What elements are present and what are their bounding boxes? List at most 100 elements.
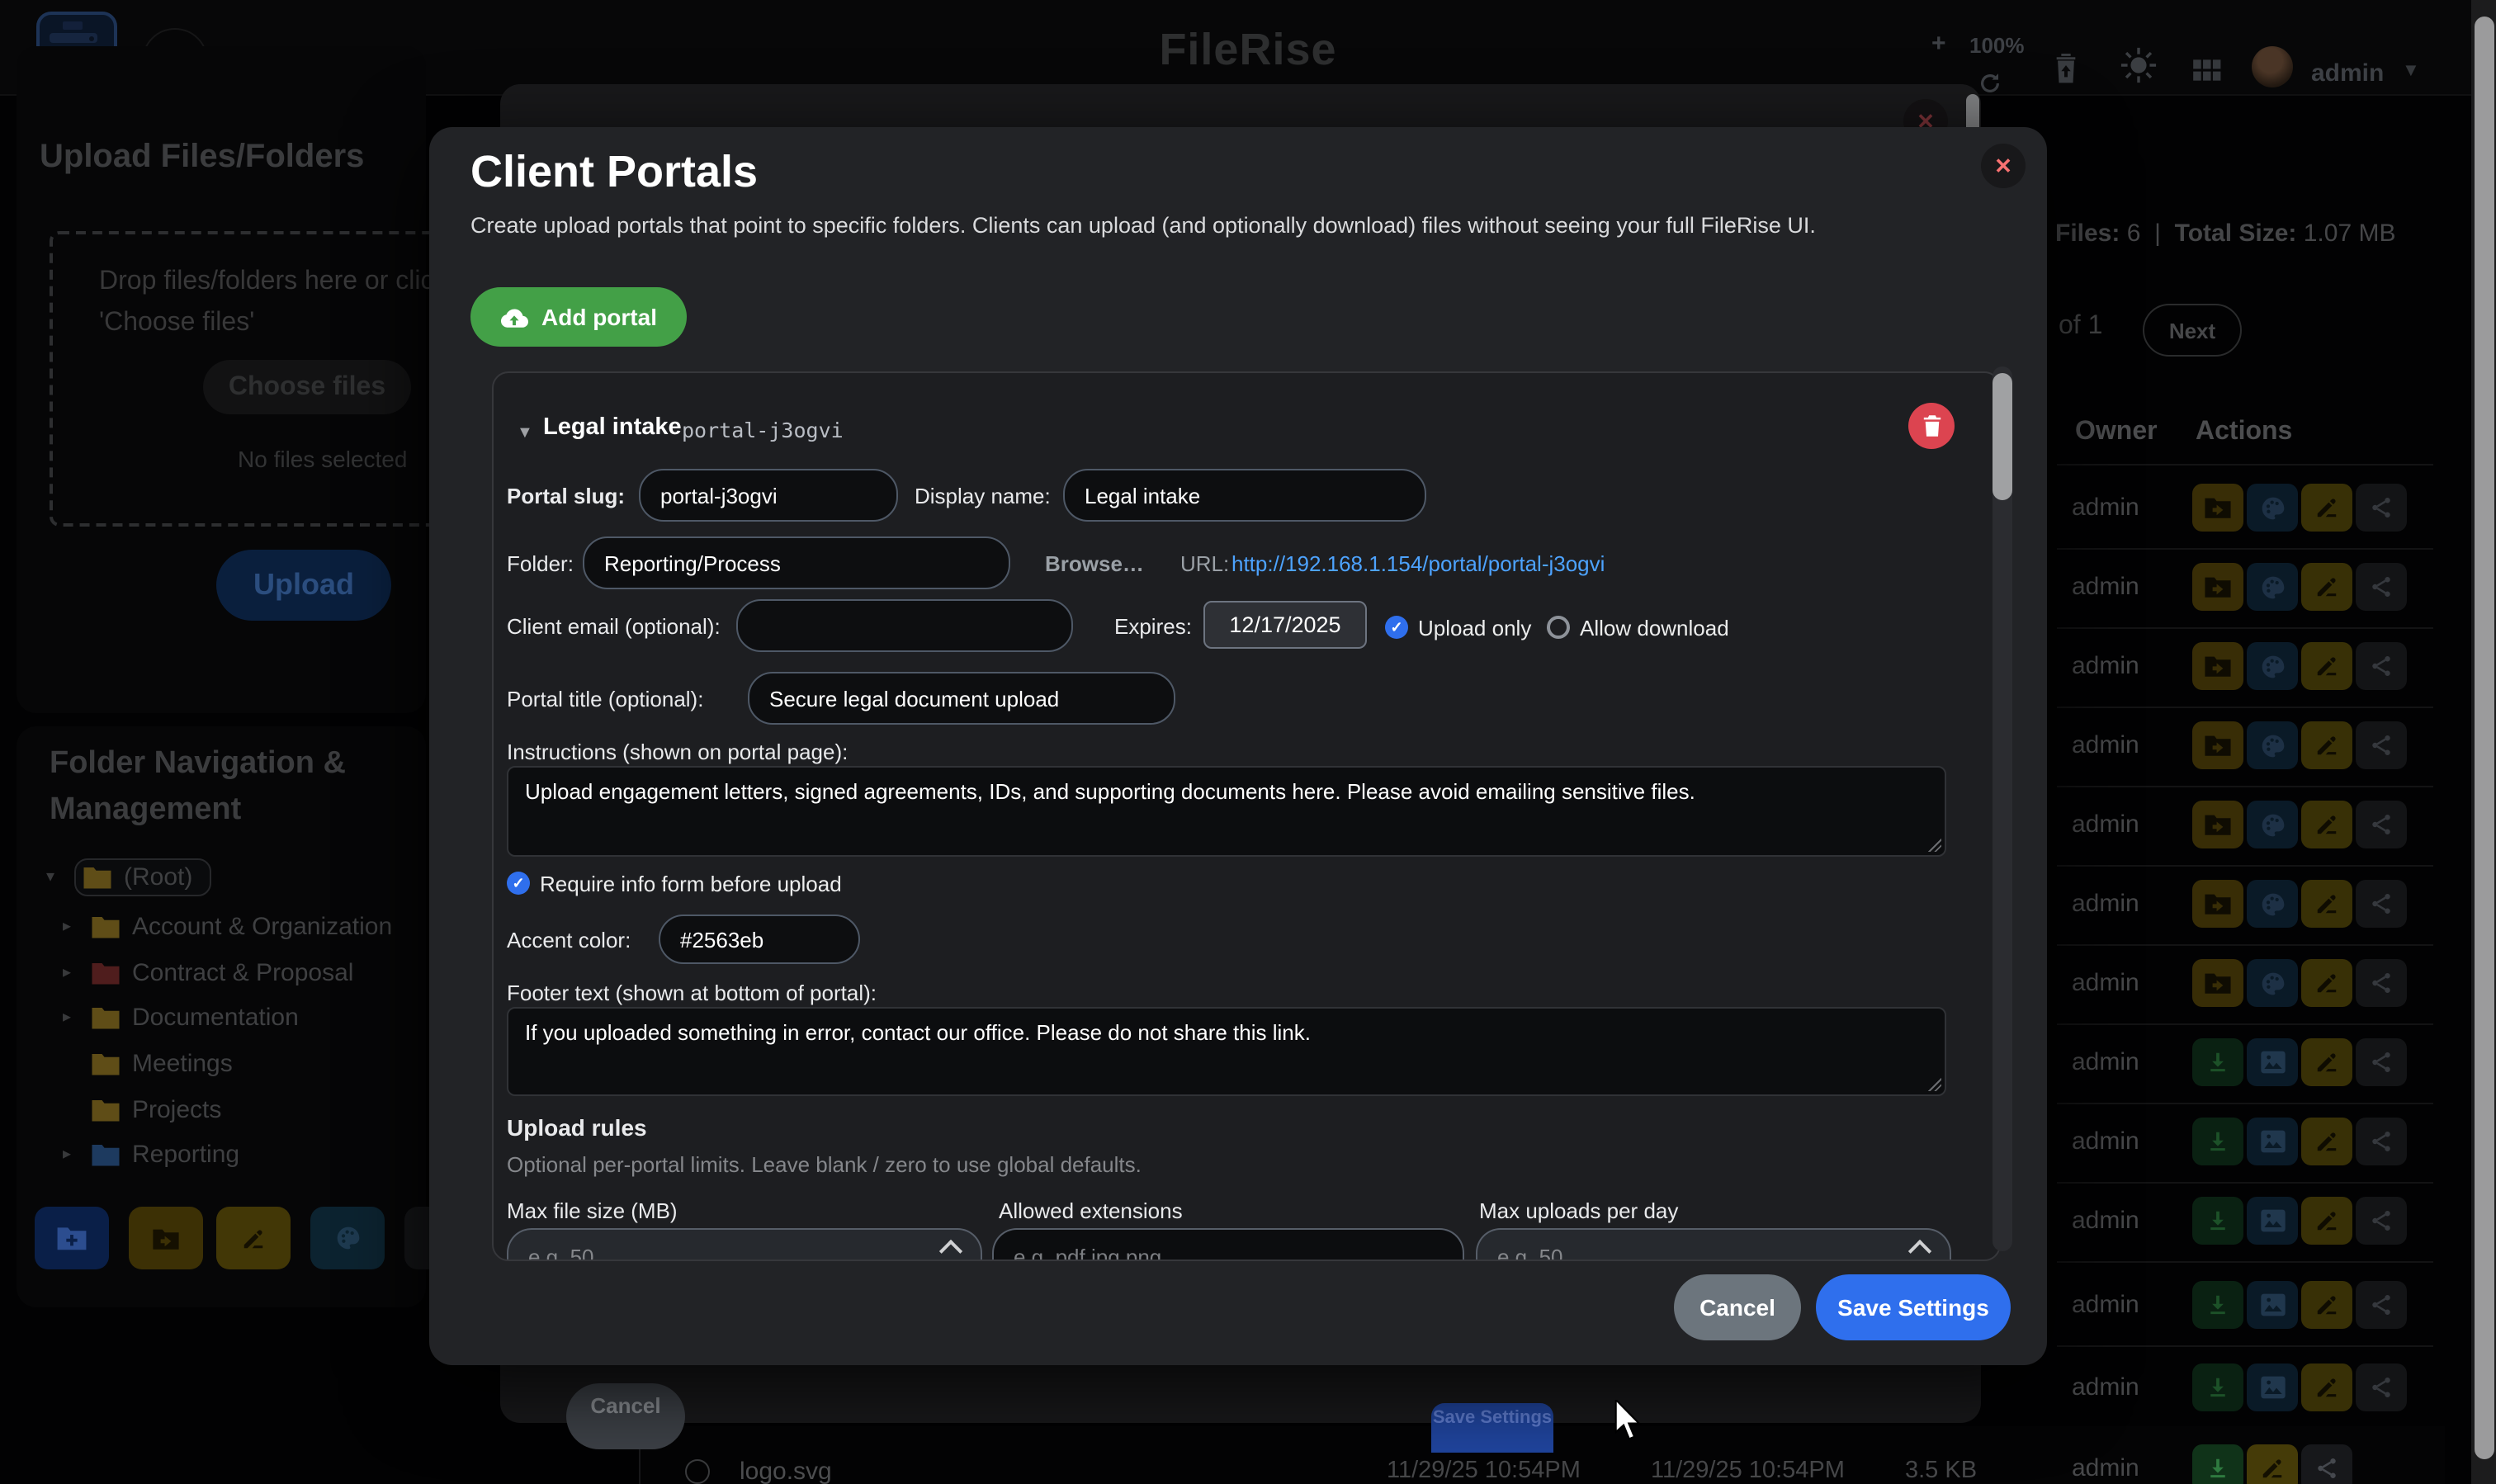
caret-down-icon[interactable]: ▼ (2402, 61, 2420, 81)
share-icon[interactable] (2356, 880, 2407, 928)
folder-move-icon[interactable] (2192, 801, 2243, 848)
caret-icon[interactable]: ▸ (63, 1146, 79, 1164)
image-icon[interactable] (2247, 1197, 2298, 1245)
browse-button[interactable]: Browse… (1045, 551, 1144, 576)
sidebar-folder-reporting[interactable]: ▸Reporting (63, 1141, 239, 1169)
image-icon[interactable] (2247, 1118, 2298, 1165)
palette-icon[interactable] (2247, 563, 2298, 611)
pencil-icon[interactable] (2301, 959, 2352, 1007)
max-file-size-input[interactable]: e.g. 50 (507, 1228, 982, 1261)
refresh-button[interactable] (1978, 71, 2002, 96)
palette-icon[interactable] (2247, 959, 2298, 1007)
zoom-in-button[interactable]: + (1931, 30, 1946, 58)
sidebar-folder-account-organization[interactable]: ▸Account & Organization (63, 913, 392, 941)
modal-scrollbar-thumb[interactable] (1993, 373, 2012, 500)
share-icon[interactable] (2356, 484, 2407, 532)
download-icon[interactable] (2192, 1363, 2243, 1411)
sidebar-folder--root-[interactable]: ▾(Root) (46, 858, 210, 896)
portal-slug-input[interactable]: portal-j3ogvi (639, 469, 898, 522)
pencil-icon[interactable] (2301, 880, 2352, 928)
folder-move-icon[interactable] (2192, 959, 2243, 1007)
pencil-icon[interactable] (2301, 484, 2352, 532)
download-icon[interactable] (2192, 1281, 2243, 1329)
page-scrollbar-thumb[interactable] (2474, 17, 2494, 1459)
pencil-icon[interactable] (2301, 1197, 2352, 1245)
expires-date-input[interactable]: 12/17/2025 (1203, 601, 1367, 649)
collapse-caret-icon[interactable]: ▼ (517, 424, 533, 442)
share-icon[interactable] (2356, 1038, 2407, 1086)
sidebar-folder-meetings[interactable]: Meetings (63, 1050, 233, 1078)
palette-icon[interactable] (2247, 721, 2298, 769)
pencil-icon[interactable] (2301, 1038, 2352, 1086)
caret-icon[interactable]: ▾ (46, 868, 63, 886)
folder-move-icon[interactable] (2192, 880, 2243, 928)
display-name-input[interactable]: Legal intake (1063, 469, 1426, 522)
share-icon[interactable] (2356, 801, 2407, 848)
column-header-owner[interactable]: Owner (2075, 418, 2158, 447)
allow-download-checkbox[interactable] (1547, 616, 1570, 639)
accent-color-input[interactable]: #2563eb (659, 915, 860, 964)
trash-restore-button[interactable] (2052, 50, 2080, 86)
add-portal-button[interactable]: Add portal (470, 287, 687, 347)
cancel-button[interactable]: Cancel (1674, 1274, 1801, 1340)
pencil-icon[interactable] (2247, 1444, 2298, 1484)
client-email-input[interactable] (736, 599, 1073, 652)
folder-move-icon[interactable] (2192, 484, 2243, 532)
page-scrollbar-track[interactable] (2471, 0, 2496, 1484)
palette-icon[interactable] (2247, 484, 2298, 532)
download-icon[interactable] (2192, 1197, 2243, 1245)
caret-icon[interactable]: ▸ (63, 1009, 79, 1027)
create-folder-button[interactable] (35, 1207, 109, 1269)
close-icon[interactable]: ✕ (1981, 144, 2026, 188)
folder-move-icon[interactable] (2192, 642, 2243, 690)
username[interactable]: admin (2311, 59, 2384, 87)
share-icon[interactable] (2356, 1363, 2407, 1411)
caret-icon[interactable]: ▸ (63, 964, 79, 982)
palette-icon[interactable] (2247, 801, 2298, 848)
max-uploads-input[interactable]: e.g. 50 (1476, 1228, 1951, 1261)
share-icon[interactable] (2356, 642, 2407, 690)
require-info-checkbox[interactable]: ✓ (507, 872, 530, 895)
next-page-button[interactable]: Next (2143, 304, 2242, 357)
folder-input[interactable]: Reporting/Process (583, 536, 1010, 589)
theme-sun-icon[interactable] (2120, 46, 2158, 84)
save-button-behind[interactable]: Save Settings (1431, 1403, 1553, 1453)
caret-icon[interactable]: ▸ (63, 918, 79, 936)
pencil-icon[interactable] (2301, 1281, 2352, 1329)
sidebar-folder-projects[interactable]: Projects (63, 1096, 221, 1124)
image-icon[interactable] (2247, 1038, 2298, 1086)
download-icon[interactable] (2192, 1038, 2243, 1086)
modal-scrollbar-track[interactable] (1993, 366, 2012, 1251)
sidebar-folder-documentation[interactable]: ▸Documentation (63, 1004, 299, 1032)
sidebar-folder-contract-proposal[interactable]: ▸Contract & Proposal (63, 959, 353, 987)
share-icon[interactable] (2356, 1197, 2407, 1245)
instructions-textarea[interactable]: Upload engagement letters, signed agreem… (507, 766, 1946, 857)
share-icon[interactable] (2356, 959, 2407, 1007)
download-icon[interactable] (2192, 1118, 2243, 1165)
share-icon[interactable] (2301, 1444, 2352, 1484)
folder-color-button[interactable] (310, 1207, 385, 1269)
share-icon[interactable] (2356, 1281, 2407, 1329)
folder-move-icon[interactable] (2192, 563, 2243, 611)
row-checkbox[interactable] (685, 1459, 710, 1484)
rename-folder-button[interactable] (216, 1207, 291, 1269)
share-icon[interactable] (2356, 721, 2407, 769)
upload-only-checkbox[interactable]: ✓ (1385, 616, 1408, 639)
portal-title-input[interactable]: Secure legal document upload (748, 672, 1175, 725)
share-icon[interactable] (2356, 563, 2407, 611)
cancel-button-behind[interactable]: Cancel (566, 1383, 685, 1449)
image-icon[interactable] (2247, 1281, 2298, 1329)
choose-files-button[interactable]: Choose files (203, 360, 411, 414)
pencil-icon[interactable] (2301, 801, 2352, 848)
pencil-icon[interactable] (2301, 721, 2352, 769)
image-icon[interactable] (2247, 1363, 2298, 1411)
allowed-extensions-input[interactable]: e.g. pdf,jpg,png (992, 1228, 1464, 1261)
pencil-icon[interactable] (2301, 563, 2352, 611)
delete-portal-button[interactable] (1908, 403, 1955, 449)
download-icon[interactable] (2192, 1444, 2243, 1484)
file-name[interactable]: logo.svg (740, 1458, 832, 1484)
apps-grid-icon[interactable] (2191, 54, 2222, 86)
footer-textarea[interactable]: If you uploaded something in error, cont… (507, 1007, 1946, 1096)
move-folder-button[interactable] (129, 1207, 203, 1269)
avatar[interactable] (2252, 46, 2293, 87)
